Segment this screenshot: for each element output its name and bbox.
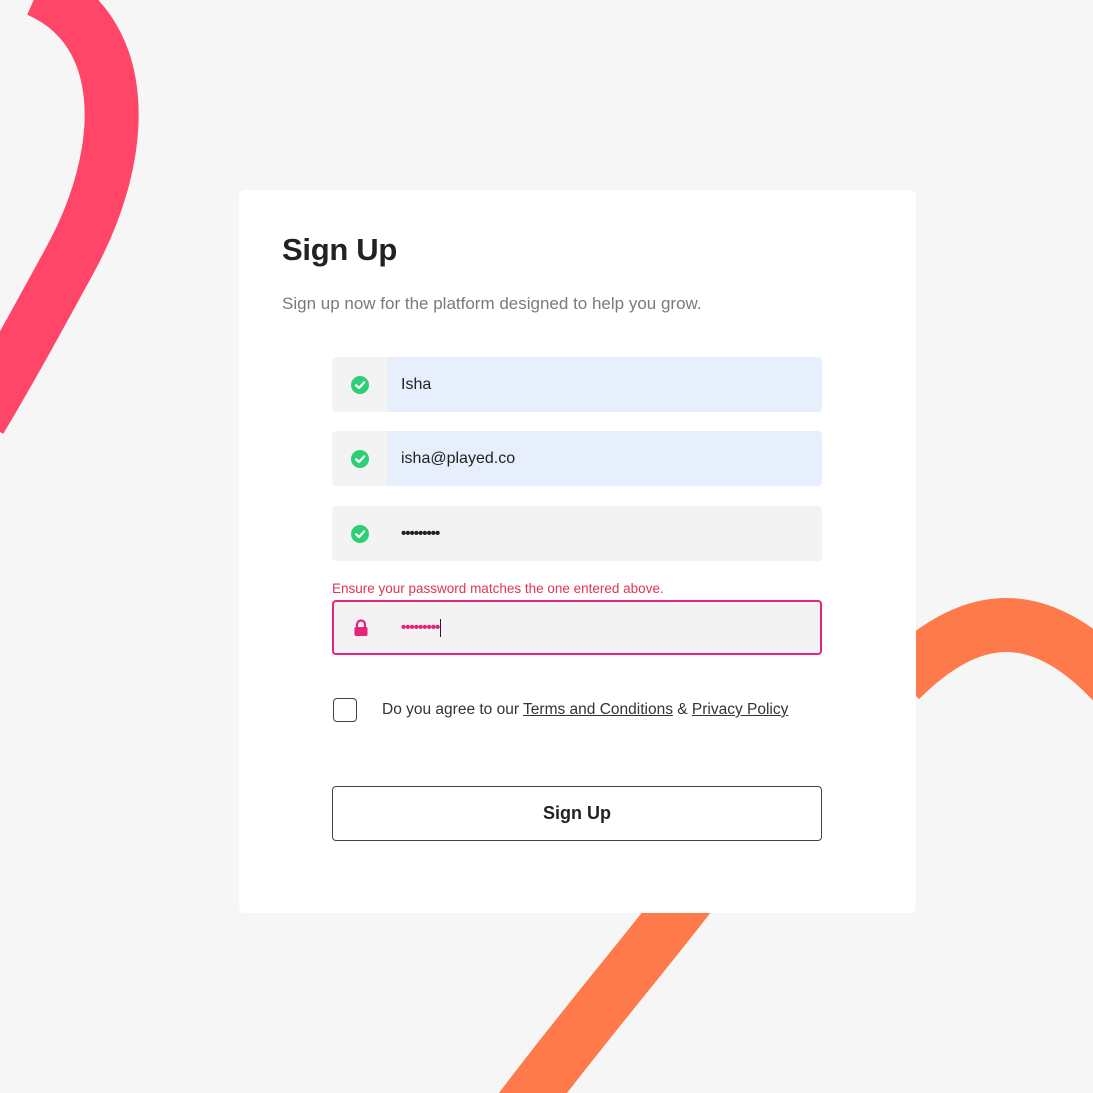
- signup-card: Sign Up Sign up now for the platform des…: [239, 190, 916, 913]
- pink-swoosh: [0, 0, 139, 434]
- terms-connector: &: [672, 701, 692, 718]
- terms-checkbox[interactable]: [333, 698, 357, 722]
- terms-text: Do you agree to our Terms and Conditions…: [382, 701, 788, 719]
- check-circle-icon: [350, 524, 369, 543]
- email-status: [332, 431, 387, 486]
- password-input[interactable]: •••••••••: [387, 506, 822, 561]
- page-subtitle: Sign up now for the platform designed to…: [282, 294, 702, 313]
- name-input[interactable]: Isha: [387, 357, 822, 412]
- terms-prefix: Do you agree to our: [382, 701, 524, 718]
- name-field[interactable]: Isha: [332, 357, 822, 412]
- confirm-password-field[interactable]: •••••••••: [332, 600, 822, 655]
- terms-link[interactable]: Terms and Conditions: [523, 701, 673, 718]
- signup-button[interactable]: Sign Up: [332, 786, 822, 841]
- check-circle-icon: [350, 375, 369, 394]
- password-field[interactable]: •••••••••: [332, 506, 822, 561]
- terms-agreement: Do you agree to our Terms and Conditions…: [333, 698, 788, 722]
- password-status: [332, 506, 387, 561]
- check-circle-icon: [350, 449, 369, 468]
- name-status: [332, 357, 387, 412]
- confirm-password-value: •••••••••: [401, 619, 440, 636]
- orange-swoosh-bottom: [499, 878, 712, 1093]
- email-input[interactable]: isha@played.co: [387, 431, 822, 486]
- confirm-password-input[interactable]: •••••••••: [387, 602, 820, 653]
- lock-icon: [354, 618, 367, 636]
- page-title: Sign Up: [282, 232, 397, 267]
- orange-swoosh-top: [880, 598, 1093, 701]
- privacy-link[interactable]: Privacy Policy: [692, 701, 788, 718]
- password-error-message: Ensure your password matches the one ent…: [332, 581, 664, 596]
- email-field[interactable]: isha@played.co: [332, 431, 822, 486]
- text-caret: [440, 618, 442, 637]
- confirm-password-status: [334, 602, 387, 653]
